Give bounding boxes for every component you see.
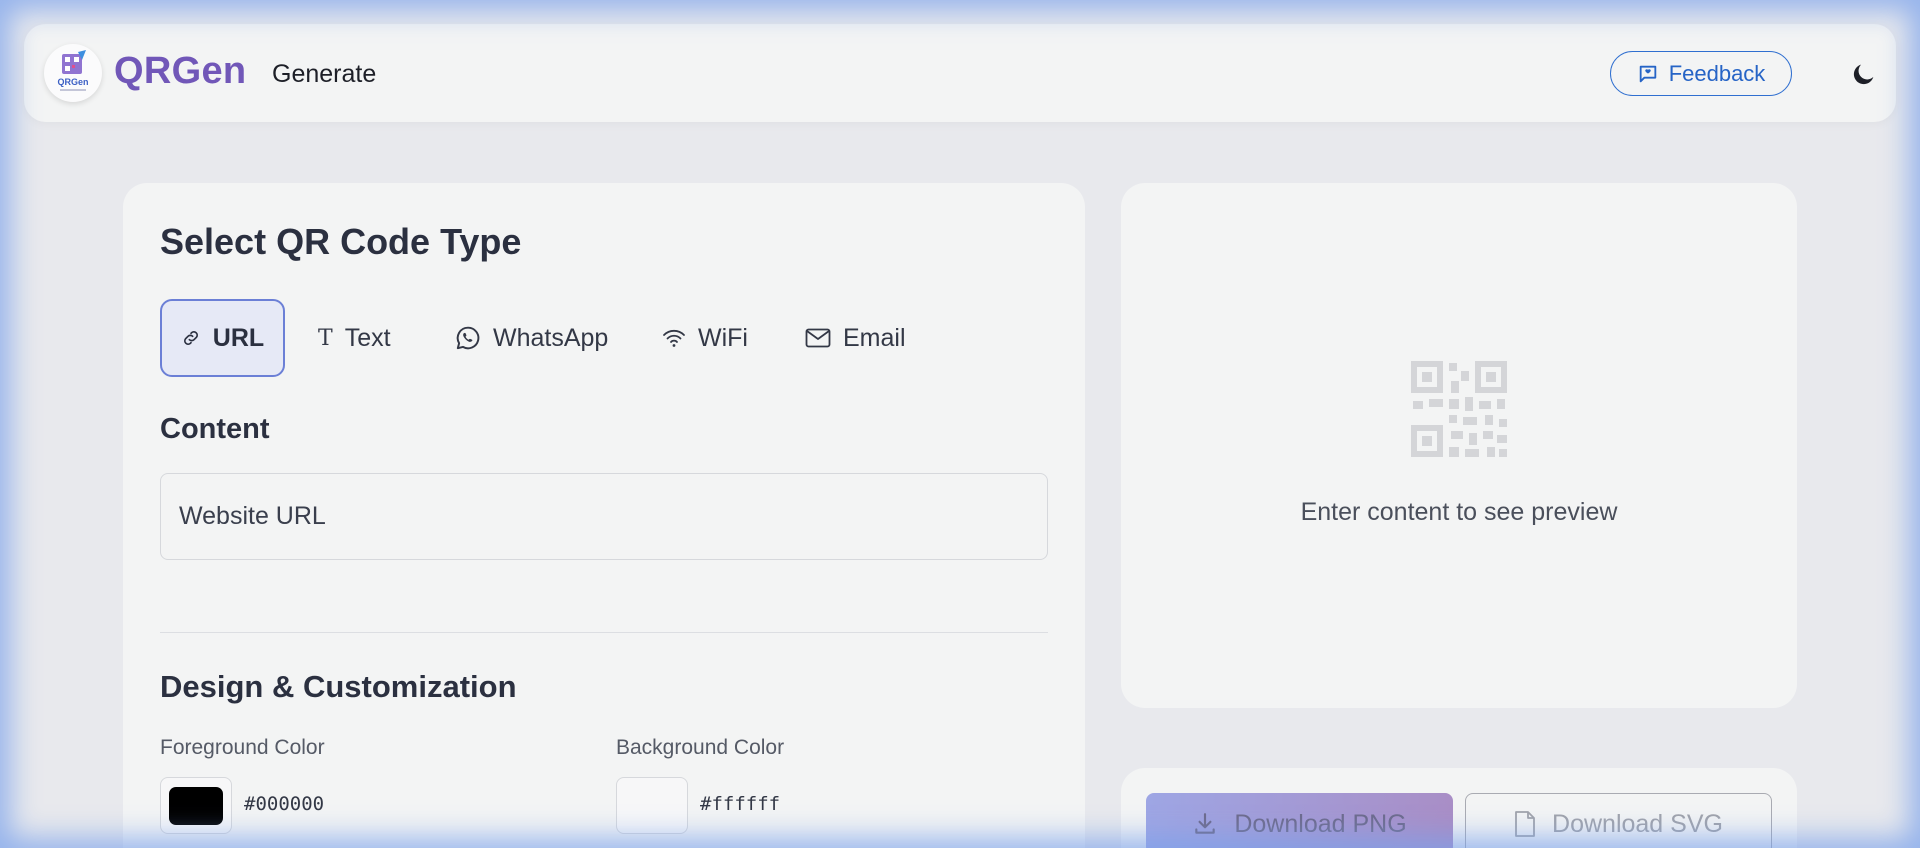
foreground-color-picker[interactable] bbox=[160, 777, 232, 834]
foreground-color-chip bbox=[169, 786, 223, 825]
design-section-title: Design & Customization bbox=[160, 669, 517, 704]
wifi-icon bbox=[663, 329, 685, 347]
download-png-button[interactable]: Download PNG bbox=[1146, 793, 1453, 848]
feedback-label: Feedback bbox=[1668, 60, 1766, 86]
link-icon bbox=[183, 331, 198, 345]
background-color-picker[interactable] bbox=[616, 777, 688, 834]
content-section-title: Content bbox=[160, 413, 270, 445]
background-color-value: #ffffff bbox=[700, 793, 781, 815]
tab-url-label: URL bbox=[212, 323, 265, 352]
tab-email-label: Email bbox=[843, 323, 906, 352]
whatsapp-icon bbox=[456, 326, 480, 350]
download-svg-button[interactable]: Download SVG bbox=[1465, 793, 1772, 848]
tab-wifi[interactable]: WiFi bbox=[662, 299, 748, 377]
download-png-label: Download PNG bbox=[1234, 809, 1407, 838]
svg-text:QRGen: QRGen bbox=[57, 77, 88, 87]
section-divider bbox=[160, 632, 1048, 633]
qr-preview-card: Enter content to see preview bbox=[1121, 183, 1797, 708]
svg-file-icon bbox=[1515, 811, 1535, 837]
text-icon: T bbox=[318, 325, 333, 351]
tab-url[interactable]: URL bbox=[160, 299, 285, 377]
tab-text[interactable]: T Text bbox=[318, 299, 391, 377]
background-color-label: Background Color bbox=[616, 736, 785, 759]
tab-whatsapp-label: WhatsApp bbox=[493, 323, 609, 352]
download-icon bbox=[1195, 813, 1216, 834]
type-section-title: Select QR Code Type bbox=[160, 221, 522, 262]
generator-form-card: Select QR Code Type URL T Text WhatsApp bbox=[123, 183, 1085, 848]
app-logo[interactable]: QRGen bbox=[44, 44, 102, 102]
website-url-input[interactable] bbox=[160, 473, 1048, 560]
nav-generate-link[interactable]: Generate bbox=[272, 60, 376, 89]
brand-name[interactable]: QRGen bbox=[114, 50, 246, 93]
download-svg-label: Download SVG bbox=[1552, 809, 1723, 838]
foreground-color-label: Foreground Color bbox=[160, 736, 325, 759]
feedback-button[interactable]: Feedback bbox=[1610, 51, 1792, 96]
moon-icon bbox=[1853, 64, 1874, 85]
feedback-icon bbox=[1639, 65, 1656, 82]
logo-image: QRGen bbox=[57, 50, 89, 91]
background-color-chip bbox=[625, 786, 679, 825]
download-card: Download PNG Download SVG bbox=[1121, 768, 1797, 848]
tab-email[interactable]: Email bbox=[805, 299, 906, 377]
foreground-color-value: #000000 bbox=[244, 793, 325, 815]
tab-text-label: Text bbox=[344, 323, 391, 352]
dark-mode-toggle[interactable] bbox=[1844, 54, 1884, 94]
mail-icon bbox=[805, 328, 831, 348]
top-navbar: QRGen QRGen Generate Feedback bbox=[24, 24, 1896, 122]
tab-whatsapp[interactable]: WhatsApp bbox=[455, 299, 608, 377]
preview-empty-message: Enter content to see preview bbox=[1300, 498, 1618, 526]
qr-placeholder-icon bbox=[1411, 361, 1507, 457]
tab-wifi-label: WiFi bbox=[698, 323, 748, 352]
